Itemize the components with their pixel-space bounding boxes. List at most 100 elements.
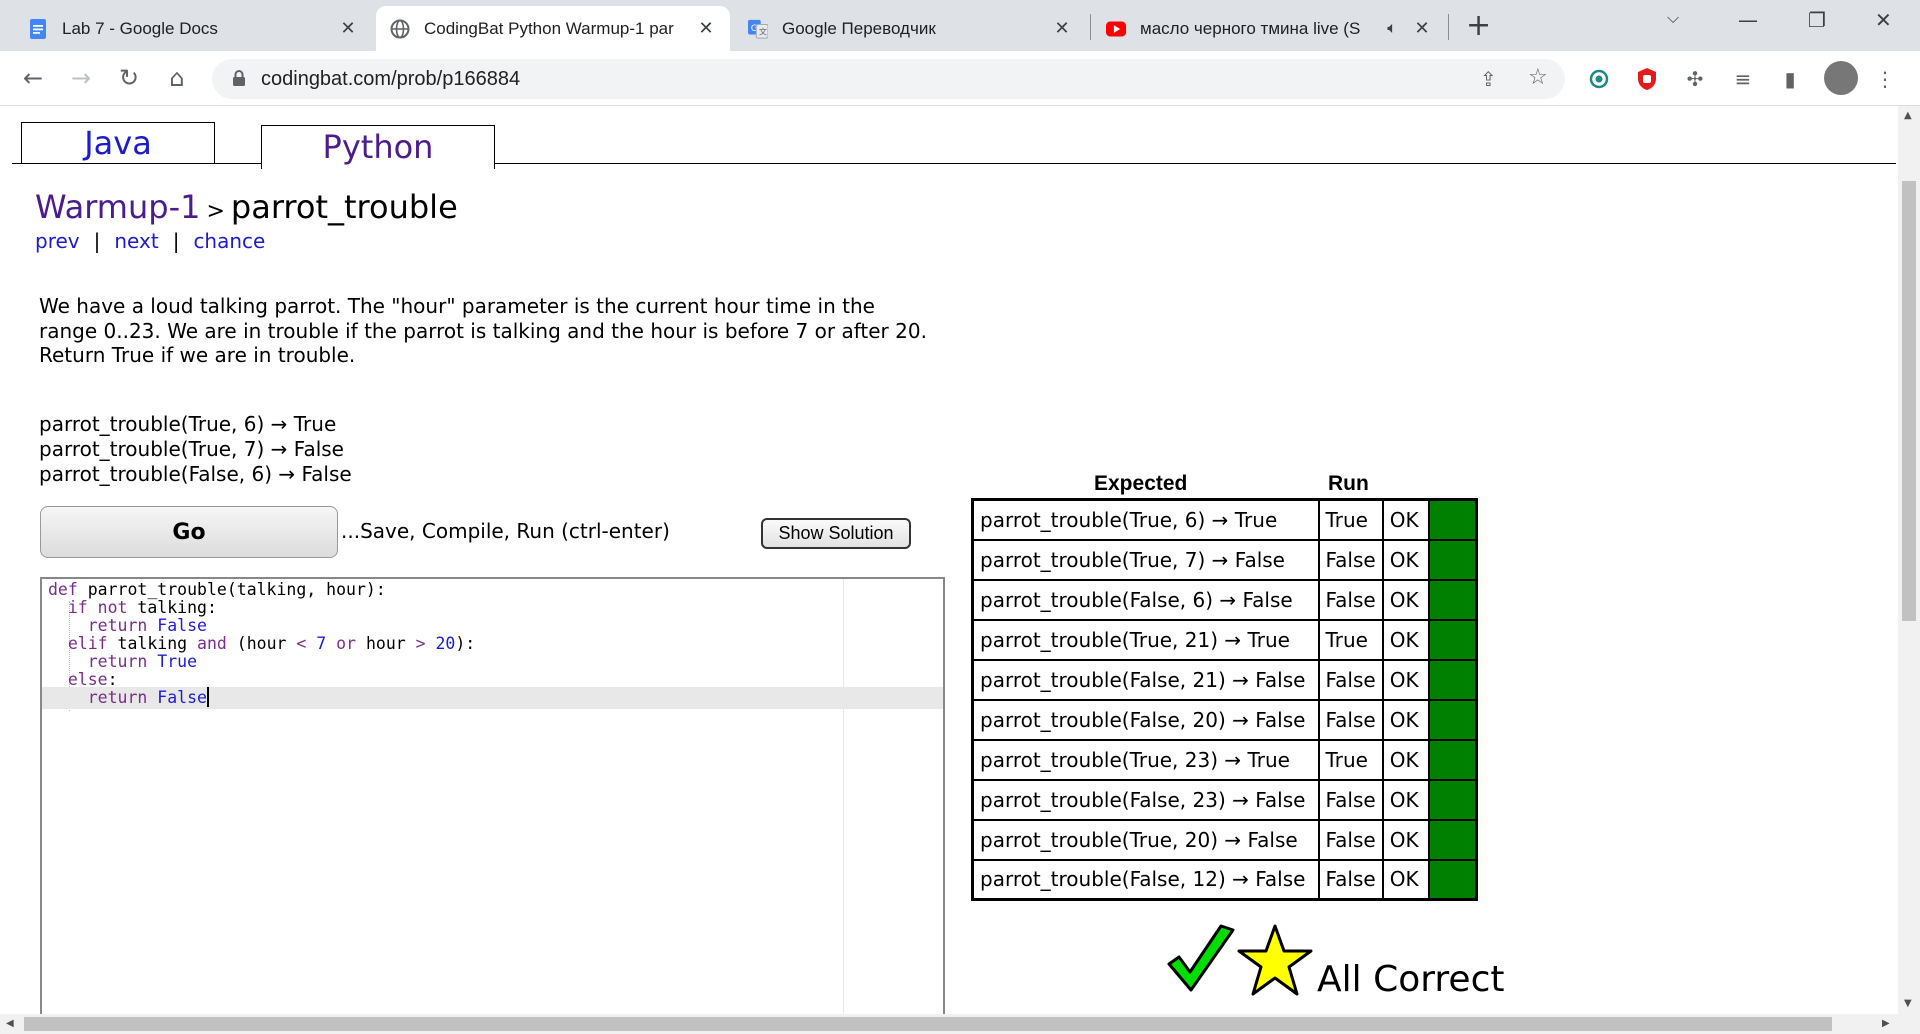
lock-icon bbox=[232, 69, 246, 91]
chance-link[interactable]: chance bbox=[193, 229, 265, 253]
result-run-cell: False bbox=[1317, 698, 1384, 741]
scrollbar-thumb[interactable] bbox=[1902, 181, 1916, 621]
result-run-cell: True bbox=[1317, 498, 1384, 541]
result-expected-cell: parrot_trouble(False, 6) → False bbox=[971, 578, 1320, 621]
youtube-icon bbox=[1106, 19, 1126, 39]
go-button[interactable]: Go bbox=[40, 506, 338, 558]
result-status-cell: OK bbox=[1381, 738, 1430, 781]
media-control-icon[interactable]: ≡ bbox=[1730, 66, 1756, 92]
result-pass-indicator bbox=[1427, 618, 1478, 661]
address-bar[interactable]: codingbat.com/prob/p166884 ⇪ ☆ bbox=[212, 59, 1565, 99]
result-run-cell: True bbox=[1317, 738, 1384, 781]
tab-search-chevron-icon[interactable]: ⌵ bbox=[1667, 8, 1679, 28]
result-run-cell: False bbox=[1317, 778, 1384, 821]
result-run-cell: False bbox=[1317, 858, 1384, 901]
all-correct-banner: All Correct bbox=[1165, 924, 1504, 1000]
result-expected-cell: parrot_trouble(False, 21) → False bbox=[971, 658, 1320, 701]
examples-list: parrot_trouble(True, 6) → True parrot_tr… bbox=[39, 412, 352, 487]
star-icon bbox=[1237, 924, 1313, 1000]
scrollbar-thumb[interactable] bbox=[24, 1017, 1832, 1031]
tab-title: Google Переводчик bbox=[782, 18, 936, 38]
scroll-up-arrow-icon[interactable]: ▲ bbox=[1904, 110, 1912, 121]
result-status-cell: OK bbox=[1381, 818, 1430, 861]
result-row: parrot_trouble(False, 20) → False False OK bbox=[971, 698, 1478, 741]
tab-python[interactable]: Python bbox=[261, 125, 495, 169]
extensions-puzzle-icon[interactable]: ✣ bbox=[1682, 66, 1708, 92]
breadcrumb-section-link[interactable]: Warmup-1 bbox=[35, 188, 200, 226]
vertical-scrollbar[interactable]: ▲ ▼ bbox=[1898, 106, 1920, 1014]
restore-icon[interactable]: ❐ bbox=[1808, 8, 1826, 32]
result-run-cell: True bbox=[1317, 618, 1384, 661]
problem-description: We have a loud talking parrot. The "hour… bbox=[39, 294, 927, 367]
window-close-icon[interactable]: ✕ bbox=[1875, 8, 1892, 32]
result-expected-cell: parrot_trouble(True, 23) → True bbox=[971, 738, 1320, 781]
tab-divider bbox=[1448, 14, 1449, 40]
close-icon[interactable]: ✕ bbox=[338, 18, 358, 39]
result-expected-cell: parrot_trouble(False, 12) → False bbox=[971, 858, 1320, 901]
minimize-icon[interactable]: — bbox=[1738, 8, 1758, 32]
forward-arrow-icon[interactable]: → bbox=[64, 61, 98, 95]
tab-title: масло черного тмина live (S bbox=[1140, 18, 1361, 38]
result-row: parrot_trouble(True, 7) → False False OK bbox=[971, 538, 1478, 581]
result-status-cell: OK bbox=[1381, 778, 1430, 821]
svg-text:文: 文 bbox=[759, 26, 767, 36]
close-icon[interactable]: ✕ bbox=[696, 18, 716, 39]
go-hint-text: ...Save, Compile, Run (ctrl-enter) bbox=[341, 519, 670, 543]
page-title: parrot_trouble bbox=[230, 188, 458, 226]
tab-divider bbox=[1090, 14, 1091, 40]
result-expected-cell: parrot_trouble(True, 6) → True bbox=[971, 498, 1320, 541]
bookmark-star-icon[interactable]: ☆ bbox=[1528, 65, 1548, 90]
reload-icon[interactable]: ↻ bbox=[112, 61, 146, 95]
adblock-icon[interactable] bbox=[1634, 66, 1660, 92]
extension-circle-icon[interactable] bbox=[1586, 66, 1612, 92]
result-row: parrot_trouble(True, 20) → False False OK bbox=[971, 818, 1478, 861]
all-correct-text: All Correct bbox=[1317, 959, 1505, 1000]
result-expected-cell: parrot_trouble(True, 20) → False bbox=[971, 818, 1320, 861]
result-status-cell: OK bbox=[1381, 578, 1430, 621]
side-panel-icon[interactable]: ▮ bbox=[1777, 66, 1803, 92]
tab-google-translate[interactable]: G文 Google Переводчик ✕ bbox=[734, 6, 1086, 51]
home-icon[interactable]: ⌂ bbox=[160, 61, 194, 95]
result-status-cell: OK bbox=[1381, 538, 1430, 581]
next-link[interactable]: next bbox=[114, 229, 158, 253]
code-line-active: return False bbox=[42, 687, 943, 709]
result-status-cell: OK bbox=[1381, 658, 1430, 701]
result-pass-indicator bbox=[1427, 818, 1478, 861]
result-row: parrot_trouble(True, 21) → True True OK bbox=[971, 618, 1478, 661]
result-expected-cell: parrot_trouble(False, 23) → False bbox=[971, 778, 1320, 821]
speaker-icon[interactable]: 🔈︎ bbox=[1382, 20, 1402, 38]
checkmark-icon bbox=[1165, 924, 1237, 1000]
share-icon[interactable]: ⇪ bbox=[1480, 67, 1497, 91]
tab-lab7-docs[interactable]: Lab 7 - Google Docs ✕ bbox=[14, 6, 372, 51]
result-row: parrot_trouble(False, 23) → False False OK bbox=[971, 778, 1478, 821]
show-solution-button[interactable]: Show Solution bbox=[761, 518, 911, 549]
text-caret bbox=[206, 687, 209, 707]
result-run-cell: False bbox=[1317, 578, 1384, 621]
result-row: parrot_trouble(True, 23) → True True OK bbox=[971, 738, 1478, 781]
scroll-right-arrow-icon[interactable]: ▶ bbox=[1882, 1018, 1890, 1029]
result-row: parrot_trouble(False, 6) → False False OK bbox=[971, 578, 1478, 621]
code-editor[interactable]: def parrot_trouble(talking, hour): if no… bbox=[40, 577, 945, 1014]
tab-java[interactable]: Java bbox=[21, 122, 215, 164]
tab-youtube[interactable]: масло черного тмина live (S 🔈︎ ✕ bbox=[1092, 6, 1446, 51]
example-line: parrot_trouble(False, 6) → False bbox=[39, 462, 352, 486]
breadcrumb-separator: > bbox=[206, 199, 225, 224]
new-tab-plus-icon[interactable]: + bbox=[1466, 8, 1491, 43]
result-row: parrot_trouble(True, 6) → True True OK bbox=[971, 498, 1478, 541]
close-icon[interactable]: ✕ bbox=[1052, 18, 1072, 39]
horizontal-scrollbar[interactable]: ◀ ▶ bbox=[0, 1014, 1920, 1034]
page-content: Java Python Warmup-1 > parrot_trouble prev… bbox=[0, 106, 1898, 1014]
scroll-left-arrow-icon[interactable]: ◀ bbox=[6, 1018, 14, 1029]
result-pass-indicator bbox=[1427, 658, 1478, 701]
avatar[interactable] bbox=[1824, 61, 1858, 95]
back-arrow-icon[interactable]: ← bbox=[16, 61, 50, 95]
tab-codingbat[interactable]: CodingBat Python Warmup-1 par ✕ bbox=[376, 6, 730, 51]
result-pass-indicator bbox=[1427, 498, 1478, 541]
close-icon[interactable]: ✕ bbox=[1412, 18, 1432, 39]
prev-link[interactable]: prev bbox=[35, 229, 80, 253]
scroll-down-arrow-icon[interactable]: ▼ bbox=[1904, 998, 1912, 1009]
result-run-cell: False bbox=[1317, 818, 1384, 861]
result-pass-indicator bbox=[1427, 578, 1478, 621]
result-pass-indicator bbox=[1427, 738, 1478, 781]
menu-kebab-icon[interactable]: ⋮ bbox=[1872, 66, 1898, 92]
